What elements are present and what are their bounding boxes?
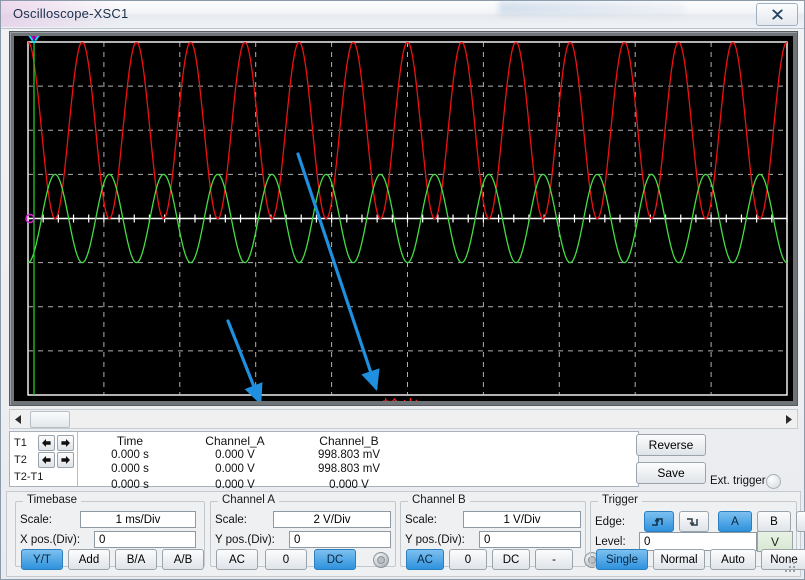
trigger-legend: Trigger: [598, 494, 642, 506]
col-header-channel-a: Channel_A: [180, 435, 290, 448]
cursor-row-delta: T2-T1: [10, 468, 77, 485]
close-button[interactable]: [756, 3, 798, 26]
cursor-label-t1: T1: [14, 437, 38, 449]
channel-b-coupling-gnd-button[interactable]: 0: [449, 549, 487, 570]
timebase-scrollbar[interactable]: [9, 409, 798, 429]
timebase-mode-ba-button[interactable]: B/A: [115, 549, 157, 570]
measurement-readout: T1 T2 T2-T1: [9, 431, 639, 487]
oscilloscope-window: Oscilloscope-XSC1 1输入Ui输出Uo2 T1: [0, 0, 805, 580]
channel-a-scale-input[interactable]: 2 V/Div: [273, 511, 391, 528]
timebase-mode-yt-button[interactable]: Y/T: [21, 549, 63, 570]
arrow-right-icon: [61, 439, 70, 447]
cell-t2-cha: 0.000 V: [180, 463, 290, 476]
scope-display-frame: 1输入Ui输出Uo2: [9, 31, 798, 406]
channel-b-coupling-dc-button[interactable]: DC: [492, 549, 530, 570]
cursor-controls: T1 T2 T2-T1: [10, 432, 78, 486]
cell-t1-time: 0.000 s: [80, 449, 180, 462]
cursor-t1-left-button[interactable]: [38, 435, 55, 451]
scrollbar-thumb[interactable]: [30, 411, 70, 428]
channel-b-group: Channel B Scale: 1 V/Div Y pos.(Div): 0 …: [400, 501, 586, 567]
scope-display[interactable]: 1输入Ui输出Uo2: [14, 36, 793, 401]
channel-b-legend: Channel B: [408, 494, 470, 506]
channel-a-ypos-input[interactable]: 0: [289, 531, 391, 548]
window-title: Oscilloscope-XSC1: [13, 6, 128, 21]
ext-trigger-label: Ext. trigger: [710, 475, 766, 487]
falling-edge-icon: [686, 516, 702, 528]
timebase-scale-label: Scale:: [20, 514, 80, 526]
timebase-mode-add-button[interactable]: Add: [68, 549, 110, 570]
timebase-mode-ab-button[interactable]: A/B: [162, 549, 204, 570]
title-bar: Oscilloscope-XSC1: [1, 1, 804, 29]
table-row: 0.000 s 0.000 V 998.803 mV: [80, 463, 638, 476]
rising-edge-icon: [651, 516, 667, 528]
channel-a-group: Channel A Scale: 2 V/Div Y pos.(Div): 0 …: [210, 501, 396, 567]
svg-text:1: 1: [32, 36, 36, 43]
trigger-level-label: Level:: [595, 536, 639, 548]
col-header-channel-b: Channel_B: [290, 435, 408, 448]
channel-b-ypos-input[interactable]: 0: [479, 531, 581, 548]
cursor-delta-label: T2-T1: [14, 471, 74, 483]
timebase-scale-input[interactable]: 1 ms/Div: [80, 511, 196, 528]
trigger-mode-auto-button[interactable]: Auto: [710, 549, 756, 570]
trigger-mode-normal-button[interactable]: Normal: [653, 549, 705, 570]
timebase-xpos-input[interactable]: 0: [94, 531, 196, 548]
trigger-edge-label: Edge:: [595, 516, 639, 528]
ext-trigger-terminal-icon[interactable]: [766, 474, 781, 489]
triangle-right-icon: [785, 415, 792, 424]
cursor-t2-right-button[interactable]: [57, 452, 74, 468]
timebase-group: Timebase Scale: 1 ms/Div X pos.(Div): 0 …: [15, 501, 205, 567]
triangle-left-icon: [15, 415, 22, 424]
trigger-source-b-button[interactable]: B: [757, 511, 791, 532]
cursor-t2-left-button[interactable]: [38, 452, 55, 468]
readout-table: Time Channel_A Channel_B 0.000 s 0.000 V…: [80, 432, 638, 486]
table-row: 0.000 s 0.000 V 998.803 mV: [80, 449, 638, 462]
arrow-to-output: [298, 154, 376, 388]
resize-grip-icon[interactable]: [785, 562, 797, 574]
cell-t2-chb: 998.803 mV: [290, 463, 408, 476]
trigger-mode-none-button[interactable]: None: [761, 549, 805, 570]
channel-a-coupling-gnd-button[interactable]: 0: [265, 549, 307, 570]
channel-a-probe-terminal-icon[interactable]: [373, 552, 389, 568]
trigger-group: Trigger Edge: A B Ext: [590, 501, 797, 567]
channel-a-ypos-label: Y pos.(Div):: [215, 534, 289, 546]
cell-t1-cha: 0.000 V: [180, 449, 290, 462]
trigger-source-ext-button[interactable]: Ext: [796, 511, 805, 532]
cursor-label-t2: T2: [14, 454, 38, 466]
timebase-xpos-label: X pos.(Div):: [20, 534, 94, 546]
channel-b-coupling-ac-button[interactable]: AC: [406, 549, 444, 570]
close-x-icon: [771, 9, 784, 20]
trigger-edge-falling-button[interactable]: [679, 511, 709, 532]
cursor-row-t2: T2: [10, 451, 77, 468]
title-bar-tint: [499, 1, 684, 15]
channel-a-scale-label: Scale:: [215, 514, 273, 526]
reverse-button[interactable]: Reverse: [636, 434, 706, 456]
arrow-left-icon: [42, 456, 51, 464]
save-button[interactable]: Save: [636, 462, 706, 484]
waveform-canvas: 1输入Ui输出Uo2: [14, 36, 793, 401]
channel-b-ypos-label: Y pos.(Div):: [405, 534, 479, 546]
channel-a-legend: Channel A: [218, 494, 279, 506]
cursor-t1-right-button[interactable]: [57, 435, 74, 451]
col-header-time: Time: [80, 435, 180, 448]
table-header-row: Time Channel_A Channel_B: [80, 435, 638, 448]
scroll-left-button[interactable]: [10, 410, 27, 428]
scroll-right-button[interactable]: [780, 410, 797, 428]
arrow-left-icon: [42, 439, 51, 447]
output-label-cn: 输出: [382, 397, 420, 401]
cell-t1-chb: 998.803 mV: [290, 449, 408, 462]
timebase-legend: Timebase: [23, 494, 81, 506]
arrow-right-icon: [61, 456, 70, 464]
trigger-source-a-button[interactable]: A: [718, 511, 752, 532]
channel-b-scale-label: Scale:: [405, 514, 463, 526]
channel-b-invert-button[interactable]: -: [535, 549, 573, 570]
trigger-edge-rising-button[interactable]: [644, 511, 674, 532]
cursor-row-t1: T1: [10, 434, 77, 451]
control-panel: Timebase Scale: 1 ms/Div X pos.(Div): 0 …: [6, 491, 801, 577]
channel-b-scale-input[interactable]: 1 V/Div: [463, 511, 581, 528]
channel-a-coupling-dc-button[interactable]: DC: [314, 549, 356, 570]
channel-a-coupling-ac-button[interactable]: AC: [216, 549, 258, 570]
trigger-mode-single-button[interactable]: Single: [596, 549, 648, 570]
cell-t2-time: 0.000 s: [80, 463, 180, 476]
